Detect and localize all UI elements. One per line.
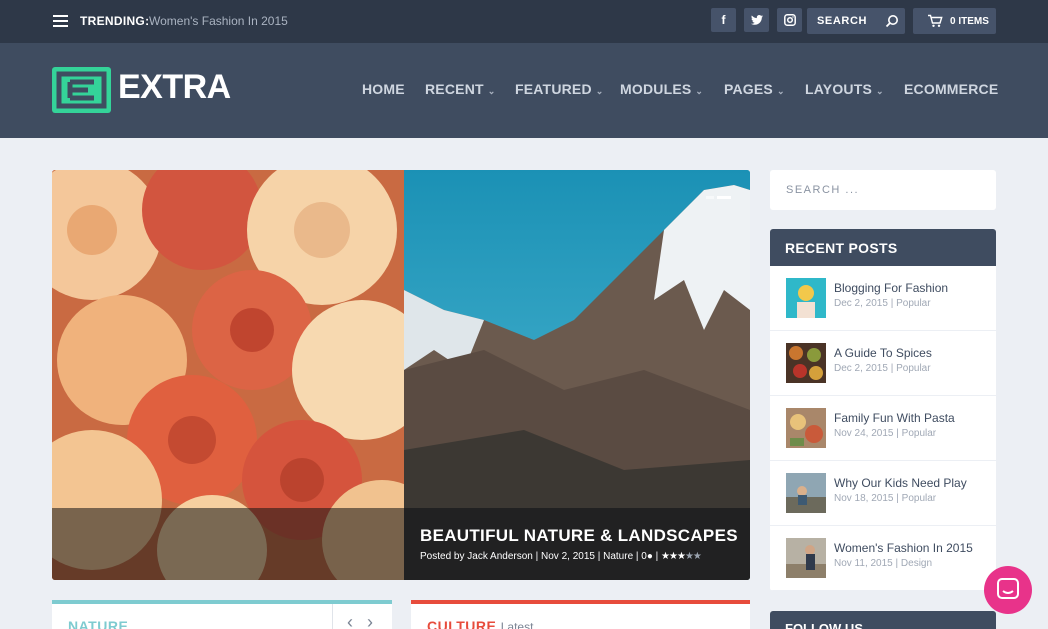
post-title[interactable]: A Guide To Spices: [834, 346, 932, 360]
chevron-down-icon: ⌄: [487, 86, 496, 96]
nav-recent-label: RECENT: [425, 81, 484, 97]
post-thumbnail[interactable]: [786, 538, 826, 578]
nav-pages[interactable]: PAGES ⌄: [724, 81, 785, 97]
cart-icon: [928, 14, 943, 27]
chat-icon: [997, 578, 1019, 599]
post-meta: Nov 24, 2015 | Popular: [834, 428, 937, 439]
post-meta: Nov 11, 2015 | Design: [834, 558, 933, 569]
chat-button[interactable]: [984, 566, 1032, 614]
post-date: Dec 2, 2015: [834, 363, 888, 374]
post-thumbnail[interactable]: [786, 343, 826, 383]
culture-module: CULTURE Latest: [411, 600, 750, 629]
roses-image[interactable]: [52, 170, 404, 580]
nav-featured-label: FEATURED: [515, 81, 592, 97]
post-tag[interactable]: Popular: [896, 298, 930, 309]
sidebar-search-placeholder: SEARCH ...: [786, 184, 860, 196]
post-title[interactable]: Why Our Kids Need Play: [834, 476, 967, 490]
nav-modules-label: MODULES: [620, 81, 692, 97]
post-tag[interactable]: Popular: [902, 493, 936, 504]
top-search-label: SEARCH: [817, 15, 868, 27]
cart-button[interactable]: 0 ITEMS: [913, 8, 996, 34]
post-date: Nov 18, 2015: [834, 493, 894, 504]
chevron-down-icon: ⌄: [595, 86, 604, 96]
trending-label: TRENDING:: [80, 14, 150, 28]
post-date: Nov 24, 2015: [834, 428, 894, 439]
top-search[interactable]: SEARCH: [807, 8, 905, 34]
post-tag[interactable]: Design: [901, 558, 932, 569]
nav-pages-label: PAGES: [724, 81, 773, 97]
slider-dots[interactable]: [706, 186, 734, 204]
nav-recent[interactable]: RECENT ⌄: [425, 81, 496, 97]
recent-posts-widget: RECENT POSTS Blogging For Fashion Dec 2,…: [770, 229, 996, 591]
list-item[interactable]: Women's Fashion In 2015 Nov 11, 2015 | D…: [770, 526, 996, 591]
slide-date: Nov 2, 2015: [541, 551, 595, 562]
comment-icon: ●: [646, 551, 653, 562]
post-title[interactable]: Blogging For Fashion: [834, 281, 948, 295]
post-thumbnail[interactable]: [786, 408, 826, 448]
culture-title[interactable]: CULTURE Latest: [427, 618, 533, 629]
post-thumbnail[interactable]: [786, 278, 826, 318]
follow-us-heading: FOLLOW US: [785, 621, 863, 629]
chevron-right-icon[interactable]: ›: [367, 612, 373, 629]
list-item[interactable]: Why Our Kids Need Play Nov 18, 2015 | Po…: [770, 461, 996, 526]
instagram-icon[interactable]: [777, 8, 802, 32]
nav-home[interactable]: HOME: [362, 81, 405, 97]
menu-icon[interactable]: [53, 15, 68, 27]
sidebar-search-input[interactable]: SEARCH ...: [770, 170, 996, 210]
facebook-icon[interactable]: f: [711, 8, 736, 32]
top-bar: TRENDING: Women's Fashion In 2015 f SEAR…: [0, 0, 1048, 43]
slide-caption[interactable]: BEAUTIFUL NATURE & LANDSCAPES Posted by …: [404, 508, 750, 580]
recent-posts-heading: RECENT POSTS: [770, 229, 996, 266]
slide-author[interactable]: Posted by Jack Anderson: [420, 551, 533, 562]
chevron-left-icon[interactable]: ‹: [347, 612, 353, 629]
logo-text[interactable]: EXTRA: [118, 68, 231, 107]
follow-us-widget: FOLLOW US: [770, 611, 996, 629]
logo-icon[interactable]: [52, 67, 111, 113]
list-item[interactable]: Family Fun With Pasta Nov 24, 2015 | Pop…: [770, 396, 996, 461]
chevron-down-icon: ⌄: [695, 86, 704, 96]
nav-ecommerce-label: ECOMMERCE: [904, 81, 999, 97]
post-date: Nov 11, 2015: [834, 558, 893, 569]
chevron-down-icon: ⌄: [876, 86, 884, 96]
nature-pager: ‹ ›: [332, 604, 392, 629]
twitter-icon[interactable]: [744, 8, 769, 32]
post-thumbnail[interactable]: [786, 473, 826, 513]
post-meta: Dec 2, 2015 | Popular: [834, 363, 931, 374]
nav-layouts-label: LAYOUTS: [805, 81, 873, 97]
post-meta: Dec 2, 2015 | Popular: [834, 298, 931, 309]
nature-title[interactable]: NATURE: [68, 618, 128, 629]
post-tag[interactable]: Popular: [896, 363, 930, 374]
post-tag[interactable]: Popular: [902, 428, 936, 439]
featured-slider: BEAUTIFUL NATURE & LANDSCAPES Posted by …: [52, 170, 750, 580]
post-title[interactable]: Family Fun With Pasta: [834, 411, 955, 425]
culture-subtitle: Latest: [500, 620, 534, 629]
post-title[interactable]: Women's Fashion In 2015: [834, 541, 973, 555]
rating-stars: ★★★★★: [661, 551, 702, 562]
cart-label: 0 ITEMS: [950, 16, 989, 27]
nav-home-label: HOME: [362, 81, 405, 97]
list-item[interactable]: A Guide To Spices Dec 2, 2015 | Popular: [770, 331, 996, 396]
nav-modules[interactable]: MODULES ⌄: [620, 81, 703, 97]
post-date: Dec 2, 2015: [834, 298, 888, 309]
nav-layouts[interactable]: LAYOUTS ⌄: [805, 81, 884, 97]
nav-ecommerce[interactable]: ECOMMERCE: [904, 81, 998, 97]
slide-meta: Posted by Jack Anderson | Nov 2, 2015 | …: [420, 551, 702, 562]
post-meta: Nov 18, 2015 | Popular: [834, 493, 937, 504]
search-icon[interactable]: [885, 14, 899, 28]
trending-link[interactable]: Women's Fashion In 2015: [149, 14, 288, 28]
nav-featured[interactable]: FEATURED ⌄: [515, 81, 604, 97]
slide-title[interactable]: BEAUTIFUL NATURE & LANDSCAPES: [420, 526, 738, 546]
main-header: EXTRA HOME RECENT ⌄ FEATURED ⌄ MODULES ⌄ PA…: [0, 43, 1048, 138]
culture-title-label: CULTURE: [427, 618, 497, 629]
left-slide-shade: [52, 508, 404, 580]
slide-category[interactable]: Nature: [603, 551, 633, 562]
chevron-down-icon: ⌄: [776, 86, 785, 96]
nature-module: NATURE ‹ ›: [52, 600, 392, 629]
list-item[interactable]: Blogging For Fashion Dec 2, 2015 | Popul…: [770, 266, 996, 331]
